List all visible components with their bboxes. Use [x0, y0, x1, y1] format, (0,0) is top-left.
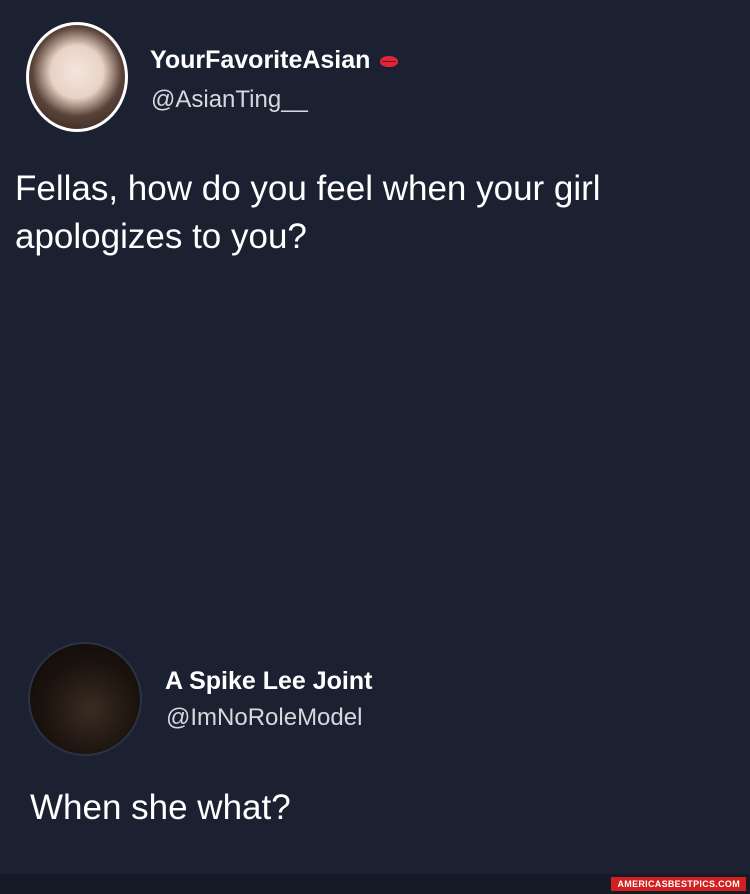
tweet-text: When she what? — [30, 788, 291, 827]
display-name[interactable]: YourFavoriteAsian — [150, 46, 399, 75]
avatar[interactable] — [28, 642, 142, 756]
user-handle[interactable]: @AsianTing__ — [151, 86, 308, 114]
avatar[interactable] — [26, 22, 128, 132]
display-name[interactable]: A Spike Lee Joint — [165, 667, 372, 696]
display-name-text[interactable]: A Spike Lee Joint — [165, 667, 372, 695]
watermark-bar: AMERICASBESTPICS.COM — [0, 874, 750, 894]
user-handle[interactable]: @ImNoRoleModel — [166, 704, 362, 732]
tweet-text: Fellas, how do you feel when your girl a… — [15, 169, 601, 256]
watermark: AMERICASBESTPICS.COM — [611, 877, 746, 891]
display-name-text[interactable]: YourFavoriteAsian — [150, 46, 370, 74]
lips-icon — [380, 55, 399, 67]
